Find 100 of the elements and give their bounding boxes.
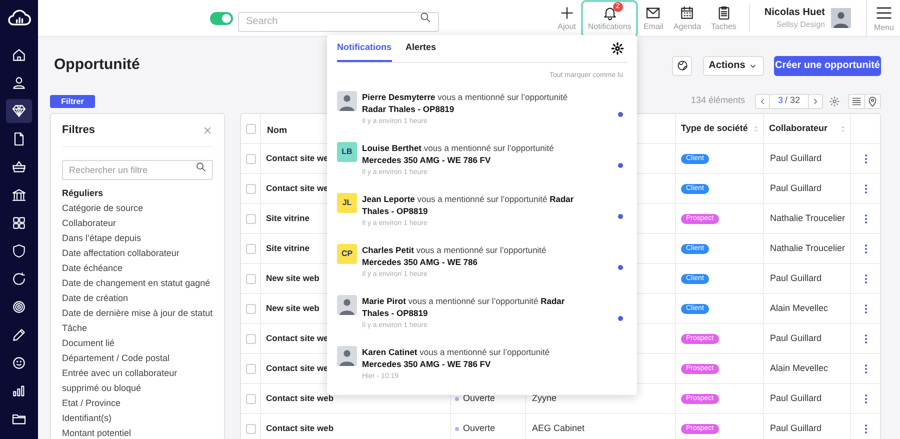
table-cell: Contact site web bbox=[266, 392, 334, 405]
user-icon[interactable] bbox=[11, 75, 27, 91]
bank-icon[interactable] bbox=[11, 187, 27, 203]
globe-button[interactable] bbox=[672, 56, 692, 76]
target-icon[interactable] bbox=[11, 299, 27, 315]
filter-search-field[interactable]: Rechercher un filtre bbox=[62, 160, 213, 180]
table-cell: New site web bbox=[266, 272, 320, 285]
column-header[interactable]: Nom bbox=[267, 124, 287, 134]
calendar-icon bbox=[679, 4, 696, 20]
table-cell: Nathalie Troucelier bbox=[764, 204, 851, 233]
table-cell-text: Ouverte bbox=[463, 392, 496, 405]
filter-item[interactable]: Document lié bbox=[62, 336, 213, 351]
notification-text: Louise Berthet vous a mentionné sur l’opportunité Mercedes 350 AMG - WE 786 FV bbox=[362, 142, 555, 166]
checkbox[interactable] bbox=[246, 364, 256, 374]
checkbox[interactable] bbox=[246, 424, 256, 434]
avatar-icon bbox=[337, 346, 357, 366]
panel-title: Filtres bbox=[62, 122, 96, 138]
actions-button[interactable]: Actions bbox=[703, 56, 764, 76]
checkbox[interactable] bbox=[246, 304, 256, 314]
page-total: / 32 bbox=[785, 94, 800, 108]
filter-item[interactable]: Catégorie de source bbox=[62, 201, 213, 216]
filter-item[interactable]: Entrée avec un collaborateur supprimé ou bloqué bbox=[62, 366, 213, 396]
checkbox[interactable] bbox=[246, 124, 256, 134]
filter-item[interactable]: Département / Code postal bbox=[62, 351, 213, 366]
table-cell: Paul Guillard bbox=[764, 414, 851, 439]
close-icon[interactable] bbox=[202, 124, 213, 136]
table-cell-text: Ouverte bbox=[463, 422, 496, 435]
checkbox[interactable] bbox=[246, 184, 256, 194]
section-heading: Réguliers bbox=[62, 187, 104, 200]
settings-icon[interactable] bbox=[611, 42, 624, 55]
tab[interactable]: Alertes bbox=[406, 34, 436, 62]
search-field[interactable]: Search bbox=[238, 12, 439, 32]
page-title: Opportunité bbox=[53, 55, 140, 76]
toggle-switch[interactable] bbox=[210, 12, 233, 24]
filter-item[interactable]: Date échéance bbox=[62, 261, 213, 276]
globe-icon[interactable] bbox=[676, 59, 688, 72]
page-number: 3 bbox=[778, 94, 783, 108]
table-cell: New site web bbox=[266, 302, 320, 315]
table-cell: Site vitrine bbox=[266, 212, 310, 225]
checkbox[interactable] bbox=[246, 334, 256, 344]
chevron-left-icon[interactable] bbox=[758, 96, 767, 106]
avatar-initials: CP bbox=[337, 244, 357, 264]
avatar-initials: JL bbox=[337, 193, 357, 213]
table-cell: Paul Guillard bbox=[764, 384, 851, 413]
sidebar-item[interactable] bbox=[6, 99, 32, 123]
filter-button[interactable]: Filtrer bbox=[50, 94, 95, 108]
shield-icon[interactable] bbox=[11, 243, 27, 259]
diamond-icon[interactable] bbox=[11, 103, 27, 119]
checkbox[interactable] bbox=[246, 214, 256, 224]
notification-text: Karen Catinet vous a mentionné sur l’opportunité Mercedes 350 AMG - WE 786 FV bbox=[362, 346, 551, 370]
checkbox[interactable] bbox=[246, 154, 256, 164]
filter-item[interactable]: Dans l’étape depuis bbox=[62, 231, 213, 246]
filter-item[interactable]: Identifiant(s) bbox=[62, 411, 213, 426]
basket-icon[interactable] bbox=[11, 159, 27, 175]
avatar-initials: LB bbox=[337, 142, 357, 162]
checkbox[interactable] bbox=[246, 244, 256, 254]
search-icon bbox=[195, 161, 207, 173]
checkbox[interactable] bbox=[246, 394, 256, 404]
smiley-icon[interactable] bbox=[11, 355, 27, 371]
notification-text: Pierre Desmyterre vous a mentionné sur l’opportunité Radar Thales - OP8819 bbox=[362, 91, 569, 115]
pencil-icon[interactable] bbox=[11, 327, 27, 343]
table-cell: Paul Guillard bbox=[764, 324, 851, 353]
filter-item[interactable]: Date de création bbox=[62, 291, 213, 306]
user-company: Sellsy Design bbox=[776, 19, 825, 30]
filter-item[interactable]: Date de changement en statut gagné bbox=[62, 276, 213, 291]
filter-item[interactable]: Date affectation collaborateur bbox=[62, 246, 213, 261]
filter-item[interactable]: Collaborateur bbox=[62, 216, 213, 231]
avatar-icon bbox=[337, 91, 357, 111]
pager[interactable]: 3 / 32 bbox=[755, 94, 823, 108]
table-cell: Site vitrine bbox=[266, 242, 310, 255]
search-icon bbox=[419, 11, 432, 24]
filter-item[interactable]: Tâche bbox=[62, 321, 213, 336]
notification-text: Charles Petit vous a mentionné sur l’opportunité Mercedes 350 AMG - WE 786 bbox=[362, 244, 548, 268]
notification-text: Jean Leporte vous a mentionné sur l’opportunité Radar Thales - OP8819 bbox=[362, 193, 575, 217]
table-cell: Alain Mevellec bbox=[764, 354, 851, 383]
tab[interactable]: Notifications bbox=[337, 34, 392, 62]
plus-icon bbox=[558, 4, 575, 20]
notification-text: Marie Pirot vous a mentionné sur l’opportunité Radar Thales - OP8819 bbox=[362, 295, 566, 319]
column-header[interactable]: Collaborateur bbox=[769, 122, 828, 136]
item-count: 134 éléments bbox=[690, 94, 745, 108]
column-header[interactable]: Type de société bbox=[681, 122, 748, 136]
checkbox[interactable] bbox=[246, 274, 256, 284]
bar-chart-icon[interactable] bbox=[11, 383, 27, 399]
filter-item[interactable]: Date de dernière mise à jour de statut bbox=[62, 306, 213, 321]
table-cell: Paul Guillard bbox=[764, 264, 851, 293]
chevron-right-icon[interactable] bbox=[811, 96, 820, 106]
avatar-icon bbox=[337, 295, 357, 315]
table-cell: Paul Guillard bbox=[764, 174, 851, 203]
filter-item[interactable]: Etat / Province bbox=[62, 396, 213, 411]
avatar-icon[interactable] bbox=[830, 8, 851, 28]
table-cell: Nathalie Troucelier bbox=[764, 234, 851, 263]
create-button[interactable]: Créer une opportunité bbox=[774, 56, 881, 76]
filter-item[interactable]: Montant potentiel bbox=[62, 426, 213, 439]
grid-icon[interactable] bbox=[11, 215, 27, 231]
table-cell-text: Zyyne bbox=[532, 392, 557, 405]
table-cell: Paul Guillard bbox=[764, 144, 851, 173]
user-name: Nicolas Huet bbox=[764, 6, 825, 19]
refresh-icon[interactable] bbox=[11, 271, 27, 287]
table-cell: Alain Mevellec bbox=[764, 294, 851, 323]
home-icon[interactable] bbox=[11, 47, 27, 63]
